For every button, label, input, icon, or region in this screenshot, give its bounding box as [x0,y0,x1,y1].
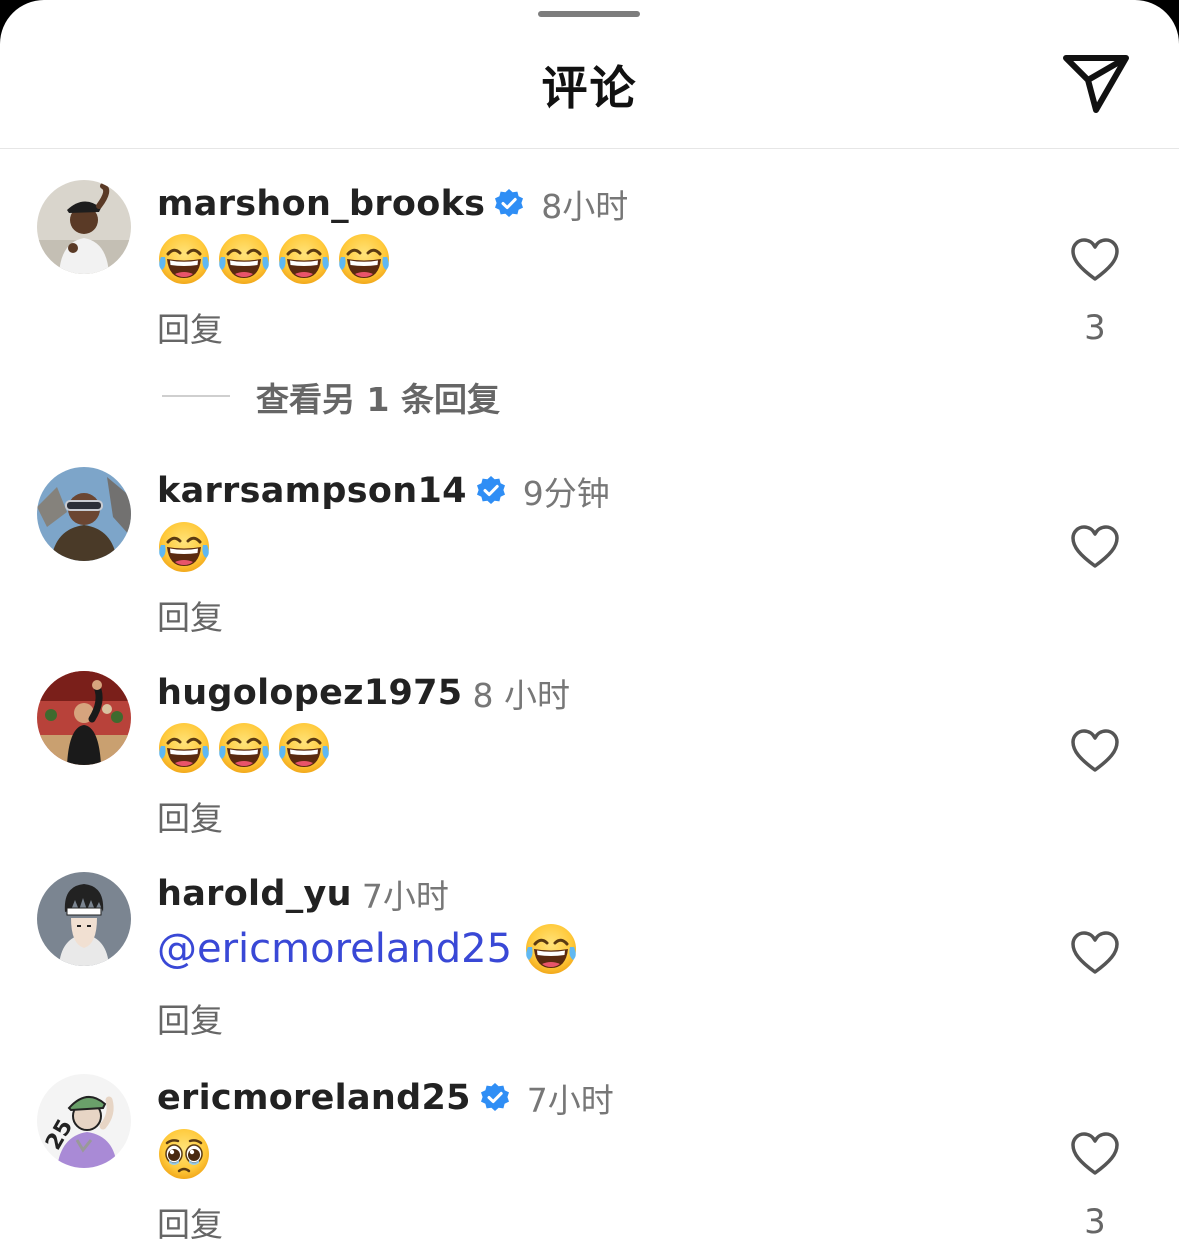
comment-body [157,721,337,777]
comments-sheet: 评论 marshon_brooks 8小时 回复 3 查看另 1 条回复 kar… [0,0,1179,1247]
verified-badge-icon [475,475,507,507]
comment-meta: harold_yu 7小时 [157,870,449,916]
username[interactable]: ericmoreland25 [157,1078,471,1118]
comment-meta: karrsampson14 9分钟 [157,467,610,513]
comment-meta: ericmoreland25 7小时 [157,1074,614,1120]
thread-line [162,395,230,397]
reply-button[interactable]: 回复 [157,303,223,351]
laugh-cry-emoji-icon [157,520,211,574]
heart-icon[interactable] [1070,930,1120,976]
reply-button[interactable]: 回复 [157,792,223,840]
avatar[interactable] [37,671,131,765]
pleading-face-emoji-icon [157,1127,211,1181]
verified-badge-icon [493,188,525,220]
laugh-cry-emoji-icon [157,721,211,775]
send-icon[interactable] [1060,50,1132,116]
reply-button[interactable]: 回复 [157,994,223,1042]
verified-badge-icon [479,1082,511,1114]
heart-icon[interactable] [1070,524,1120,570]
laugh-cry-emoji-icon [277,721,331,775]
timestamp: 7小时 [526,1081,614,1120]
avatar[interactable] [37,872,131,966]
laugh-cry-emoji-icon [157,232,211,286]
timestamp: 8小时 [541,187,629,226]
username[interactable]: harold_yu [157,874,352,914]
comment-body [157,232,397,288]
timestamp: 9分钟 [522,474,610,513]
timestamp: 8 小时 [472,676,570,715]
view-replies-label: 查看另 1 条回复 [256,380,500,419]
laugh-cry-emoji-icon [337,232,391,286]
like-count: 3 [1084,1202,1106,1242]
reply-button[interactable]: 回复 [157,1198,223,1246]
username[interactable]: hugolopez1975 [157,673,462,713]
laugh-cry-emoji-icon [277,232,331,286]
comment-meta: hugolopez1975 8 小时 [157,669,570,715]
comment-meta: marshon_brooks 8小时 [157,180,628,226]
like-count: 3 [1084,308,1106,348]
timestamp: 7小时 [361,877,449,916]
avatar[interactable] [37,180,131,274]
comment-body: @ericmoreland25 [157,922,584,978]
heart-icon[interactable] [1070,1131,1120,1177]
reply-button[interactable]: 回复 [157,591,223,639]
laugh-cry-emoji-icon [217,232,271,286]
comment-body [157,520,217,576]
avatar[interactable]: 25 [37,1074,131,1168]
heart-icon[interactable] [1070,728,1120,774]
mention-link[interactable]: @ericmoreland25 [157,926,512,972]
comment-body [157,1127,217,1183]
laugh-cry-emoji-icon [217,721,271,775]
username[interactable]: karrsampson14 [157,471,467,511]
heart-icon[interactable] [1070,237,1120,283]
page-title: 评论 [541,61,638,115]
username[interactable]: marshon_brooks [157,184,485,224]
drag-handle[interactable] [538,11,640,17]
avatar[interactable] [37,467,131,561]
header-divider [0,148,1179,149]
laugh-cry-emoji-icon [524,922,578,976]
